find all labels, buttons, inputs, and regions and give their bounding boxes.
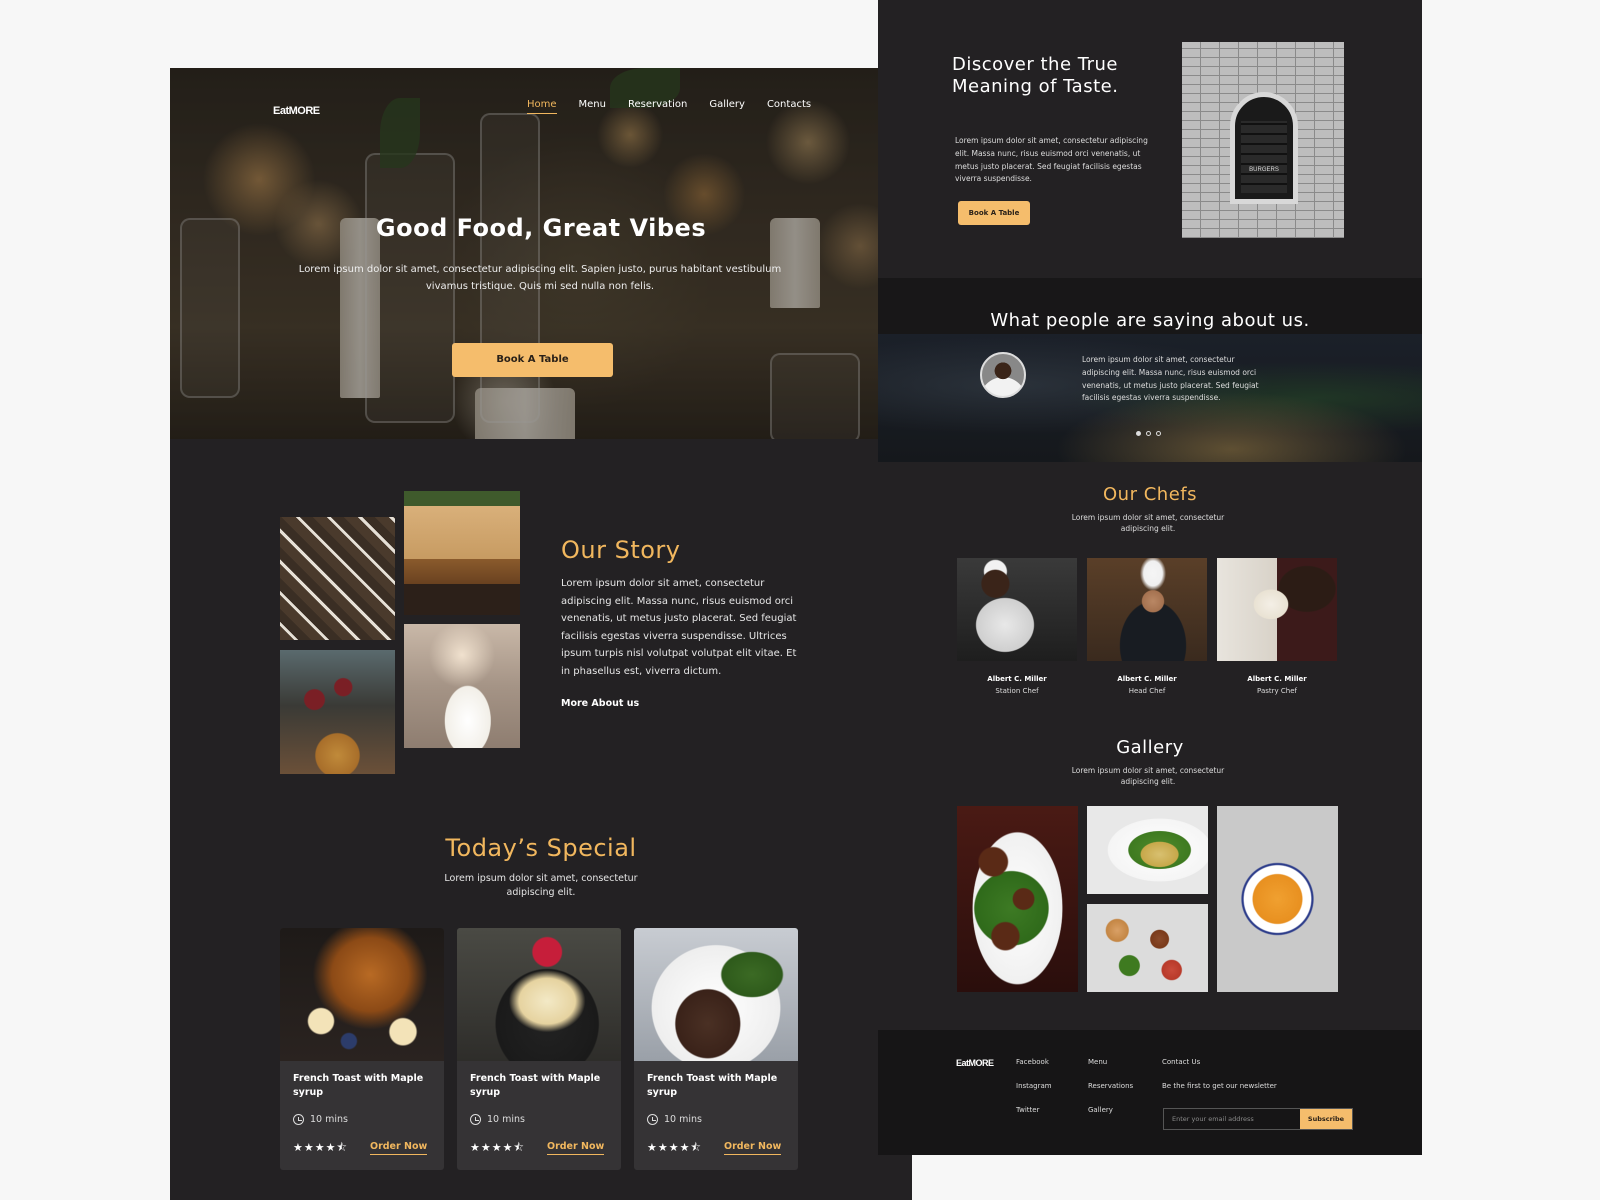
testimonials-section: What people are saying about us. Lorem i… [878,278,1422,462]
dish-image-steak [634,928,798,1061]
dish-time: 10 mins [470,1114,525,1125]
gallery-image-meatballs[interactable] [957,806,1078,992]
storefront-image: BURGERS [1182,42,1344,238]
footer: EatMORE Facebook Instagram Twitter Menu … [878,1030,1422,1155]
nav-reservation[interactable]: Reservation [628,99,687,114]
chef-role: Station Chef [995,687,1039,695]
special-card: French Toast with Maple syrup 10 mins ★★… [457,928,621,1170]
story-text: Lorem ipsum dolor sit amet, consectetur … [561,578,797,677]
rating-stars: ★★★★⯪ [470,1141,525,1154]
order-now-link[interactable]: Order Now [547,1141,605,1155]
dish-title: French Toast with Maple syrup [293,1073,424,1098]
book-table-button[interactable]: Book A Table [452,343,613,377]
newsletter-form: Subscribe [1163,1108,1353,1130]
right-landing-page: Discover the True Meaning of Taste. Lore… [878,0,1422,1155]
nav-menu[interactable]: Menu [579,99,606,114]
story-image-dining-room [280,517,395,640]
chefs-title: Our Chefs [1103,484,1197,505]
special-subtitle: Lorem ipsum dolor sit amet, consectetur … [444,873,638,898]
chef-name: Albert C. Miller [1247,675,1307,683]
footer-contact-title[interactable]: Contact Us [1162,1058,1277,1066]
clock-icon [470,1114,481,1125]
chef-card: Albert C. Miller Station Chef [957,558,1077,695]
chef-role: Pastry Chef [1257,687,1297,695]
dish-image-french-toast [280,928,444,1061]
footer-link-twitter[interactable]: Twitter [1016,1106,1052,1114]
chef-card: Albert C. Miller Head Chef [1087,558,1207,695]
hero-overlay [170,68,912,439]
book-table-button[interactable]: Book A Table [958,201,1030,225]
chef-photo [1087,558,1207,661]
gallery-image-pasta-salad[interactable] [1087,806,1208,894]
main-nav: Home Menu Reservation Gallery Contacts [527,99,811,114]
chef-photo [1217,558,1337,661]
footer-social-links: Facebook Instagram Twitter [1016,1058,1052,1130]
hero-subtitle: Lorem ipsum dolor sit amet, consectetur … [298,264,782,292]
rating-stars: ★★★★⯪ [647,1141,702,1154]
subscribe-button[interactable]: Subscribe [1300,1109,1352,1129]
footer-link-menu[interactable]: Menu [1088,1058,1133,1066]
storefront-sign: BURGERS [1249,167,1279,173]
dish-time: 10 mins [293,1114,348,1125]
order-now-link[interactable]: Order Now [370,1141,428,1155]
logo[interactable]: EatMORE [273,105,320,117]
left-landing-page: EatMORE Home Menu Reservation Gallery Co… [170,68,912,1200]
dish-time-label: 10 mins [310,1114,348,1125]
more-about-us-link[interactable]: More About us [561,698,639,709]
footer-page-links: Menu Reservations Gallery [1088,1058,1133,1130]
dish-time: 10 mins [647,1114,702,1125]
rating-stars: ★★★★⯪ [293,1141,348,1154]
clock-icon [293,1114,304,1125]
storefront-window: BURGERS [1230,92,1298,204]
carousel-dot[interactable] [1136,431,1141,436]
gallery-title: Gallery [1116,737,1184,758]
testimonial-text: Lorem ipsum dolor sit amet, consectetur … [1082,355,1259,403]
chef-name: Albert C. Miller [987,675,1047,683]
footer-link-reservations[interactable]: Reservations [1088,1082,1133,1090]
clock-icon [647,1114,658,1125]
nav-home[interactable]: Home [527,99,557,114]
story-title: Our Story [561,536,681,564]
reviewer-avatar [980,352,1026,398]
special-card: French Toast with Maple syrup 10 mins ★★… [634,928,798,1170]
nav-contacts[interactable]: Contacts [767,99,811,114]
dish-title: French Toast with Maple syrup [470,1073,601,1098]
hero-title: Good Food, Great Vibes [375,214,707,242]
chef-card: Albert C. Miller Pastry Chef [1217,558,1337,695]
special-card: French Toast with Maple syrup 10 mins ★★… [280,928,444,1170]
story-image-wine-toast [280,650,395,774]
chef-name: Albert C. Miller [1117,675,1177,683]
gallery-image-pumpkin-soup[interactable] [1217,806,1338,992]
story-image-restaurant-booths [404,491,520,615]
order-now-link[interactable]: Order Now [724,1141,782,1155]
footer-link-facebook[interactable]: Facebook [1016,1058,1052,1066]
hero-section: EatMORE Home Menu Reservation Gallery Co… [170,68,912,439]
chefs-subtitle: Lorem ipsum dolor sit amet, consectetur … [1071,513,1225,533]
carousel-dot[interactable] [1146,431,1151,436]
gallery-image-brunch-table[interactable] [1087,904,1208,992]
footer-link-instagram[interactable]: Instagram [1016,1082,1052,1090]
footer-link-gallery[interactable]: Gallery [1088,1106,1133,1114]
dish-image-berry-cake [457,928,621,1061]
testimonials-title: What people are saying about us. [990,310,1310,331]
discover-title: Discover the True Meaning of Taste. [952,54,1119,97]
discover-text: Lorem ipsum dolor sit amet, consectetur … [955,136,1148,184]
chef-photo [957,558,1077,661]
newsletter-text: Be the first to get our newsletter [1162,1082,1277,1090]
story-image-dessert-plate [404,624,520,748]
footer-logo[interactable]: EatMORE [956,1058,994,1068]
carousel-dots [1136,431,1161,436]
footer-contact: Contact Us Be the first to get our newsl… [1162,1058,1277,1106]
nav-gallery[interactable]: Gallery [709,99,745,114]
dish-time-label: 10 mins [664,1114,702,1125]
chef-role: Head Chef [1128,687,1166,695]
dish-title: French Toast with Maple syrup [647,1073,778,1098]
gallery-subtitle: Lorem ipsum dolor sit amet, consectetur … [1071,766,1225,786]
dish-time-label: 10 mins [487,1114,525,1125]
email-input[interactable] [1164,1109,1300,1129]
window-blinds [1241,121,1287,193]
special-title: Today’s Special [445,834,637,862]
carousel-dot[interactable] [1156,431,1161,436]
